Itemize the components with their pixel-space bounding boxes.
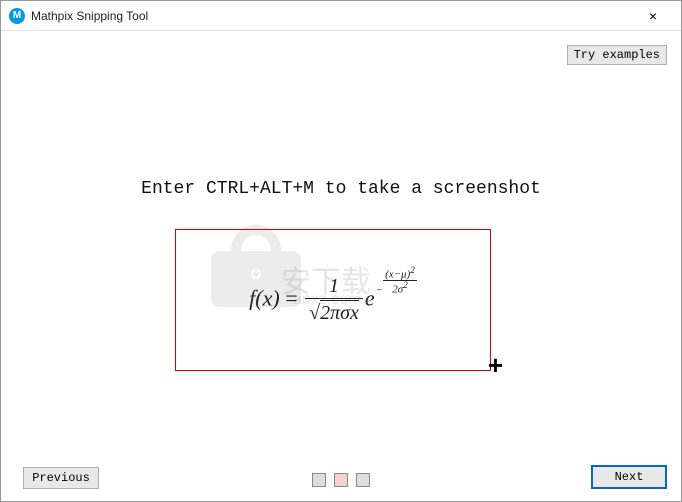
fraction-numerator: 1 (305, 274, 363, 299)
formula-equals: = (280, 285, 303, 310)
formula-exponent: −(x−μ)22σ2 (376, 266, 417, 296)
fraction-denominator: √2πσx (305, 299, 363, 327)
pager-dot-3[interactable] (356, 473, 370, 487)
content-area: Try examples Enter CTRL+ALT+M to take a … (1, 31, 681, 501)
pager-dot-2[interactable] (334, 473, 348, 487)
exp-denominator: 2σ2 (383, 281, 417, 296)
selection-box: f(x) = 1√2πσxe−(x−μ)22σ2 (175, 229, 491, 371)
exp-fraction: (x−μ)22σ2 (383, 266, 417, 296)
exp-numerator: (x−μ)2 (383, 266, 417, 282)
formula-e: e (365, 285, 375, 310)
pager-dot-1[interactable] (312, 473, 326, 487)
bottom-bar: Previous Next (1, 465, 681, 489)
crosshair-cursor-icon: + (488, 350, 503, 381)
try-examples-button[interactable]: Try examples (567, 45, 667, 65)
screenshot-preview: 安下载 anxz.com f(x) = 1√2πσxe−(x−μ)22σ2 + (161, 219, 521, 387)
instruction-text: Enter CTRL+ALT+M to take a screenshot (1, 179, 681, 199)
sqrt-symbol: √ (309, 302, 320, 324)
formula-fraction: 1√2πσx (305, 274, 363, 327)
formula-display: f(x) = 1√2πσxe−(x−μ)22σ2 (249, 274, 417, 327)
pager (312, 473, 370, 487)
sqrt-content: 2πσx (320, 300, 359, 324)
formula-lhs: f(x) (249, 285, 280, 310)
close-button[interactable]: × (633, 2, 673, 30)
app-icon: M (9, 8, 25, 24)
title-bar: M Mathpix Snipping Tool × (1, 1, 681, 31)
window-title: Mathpix Snipping Tool (31, 9, 633, 23)
previous-button[interactable]: Previous (23, 467, 99, 489)
exp-minus: − (376, 284, 383, 296)
next-button[interactable]: Next (591, 465, 667, 489)
